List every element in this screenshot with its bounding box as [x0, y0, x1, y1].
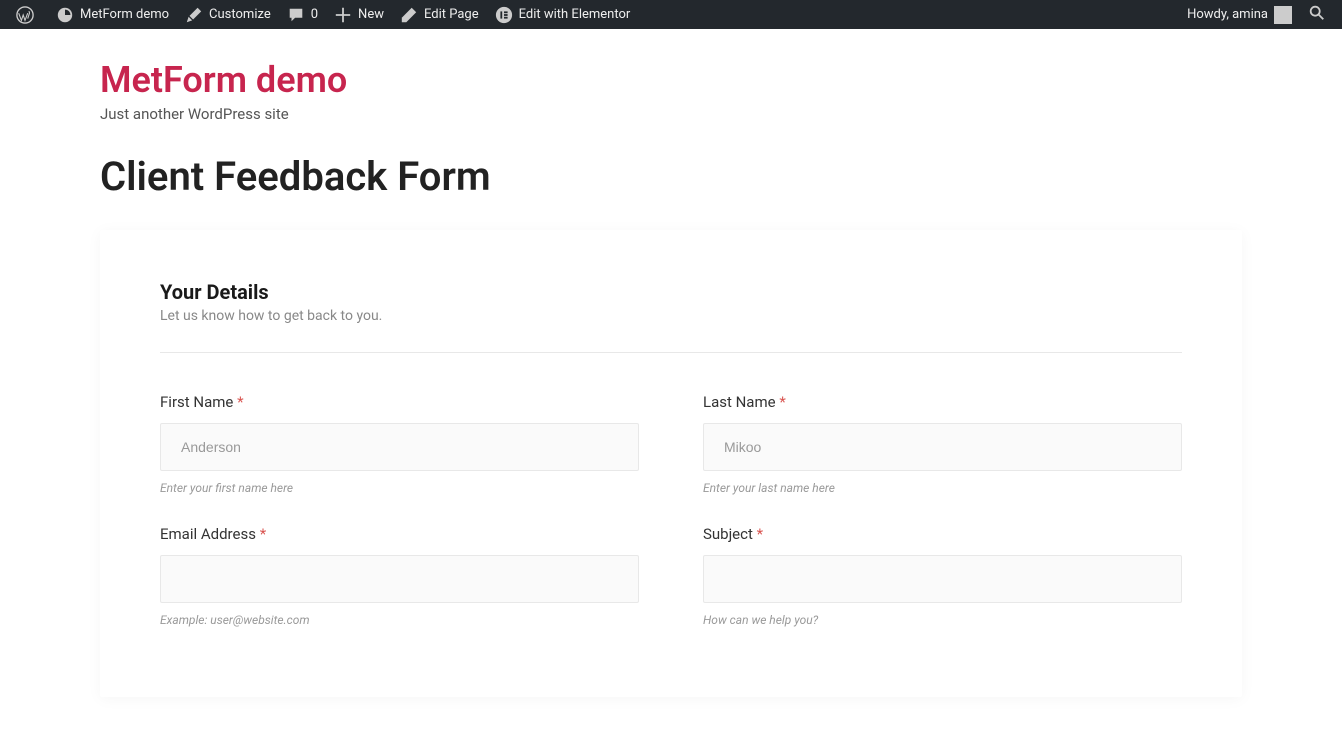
form-wrapper: Your Details Let us know how to get back… — [100, 230, 1242, 697]
required-indicator: * — [779, 393, 785, 411]
required-indicator: * — [260, 525, 266, 543]
email-hint: Example: user@website.com — [160, 613, 639, 627]
subject-input[interactable] — [703, 555, 1182, 603]
plus-icon — [334, 6, 352, 24]
customize-label: Customize — [209, 7, 271, 22]
page-content: MetForm demo Just another WordPress site… — [0, 29, 1342, 737]
elementor-icon — [495, 6, 513, 24]
email-label: Email Address * — [160, 525, 639, 543]
last-name-input[interactable] — [703, 423, 1182, 471]
edit-page-menu[interactable]: Edit Page — [392, 0, 487, 29]
required-indicator: * — [237, 393, 243, 411]
form-container: Your Details Let us know how to get back… — [100, 230, 1242, 697]
site-title[interactable]: MetForm demo — [100, 59, 1242, 101]
first-name-field-group: First Name * Enter your first name here — [160, 393, 639, 495]
brush-icon — [185, 6, 203, 24]
user-account-menu[interactable]: Howdy, amina — [1179, 0, 1300, 29]
email-field-group: Email Address * Example: user@website.co… — [160, 525, 639, 627]
wp-admin-bar: MetForm demo Customize 0 New Edit Page — [0, 0, 1342, 29]
dashboard-icon — [56, 6, 74, 24]
first-name-input[interactable] — [160, 423, 639, 471]
section-title: Your Details — [160, 280, 1182, 304]
form-section-header: Your Details Let us know how to get back… — [160, 280, 1182, 353]
edit-page-label: Edit Page — [424, 7, 479, 22]
wordpress-logo-icon — [16, 6, 34, 24]
howdy-text: Howdy, amina — [1187, 7, 1268, 22]
admin-bar-right: Howdy, amina — [1179, 0, 1334, 29]
site-tagline: Just another WordPress site — [100, 105, 1242, 123]
admin-search-button[interactable] — [1300, 4, 1334, 26]
required-indicator: * — [757, 525, 763, 543]
email-input[interactable] — [160, 555, 639, 603]
form-row-contact: Email Address * Example: user@website.co… — [160, 525, 1182, 627]
adminbar-site-name: MetForm demo — [80, 7, 169, 22]
subject-field-group: Subject * How can we help you? — [703, 525, 1182, 627]
avatar — [1274, 6, 1292, 24]
last-name-hint: Enter your last name here — [703, 481, 1182, 495]
customize-menu[interactable]: Customize — [177, 0, 279, 29]
wp-logo-menu[interactable] — [8, 0, 48, 29]
elementor-label: Edit with Elementor — [519, 7, 631, 22]
comments-menu[interactable]: 0 — [279, 0, 326, 29]
comment-icon — [287, 6, 305, 24]
page-title: Client Feedback Form — [100, 153, 1242, 200]
site-name-menu[interactable]: MetForm demo — [48, 0, 177, 29]
last-name-field-group: Last Name * Enter your last name here — [703, 393, 1182, 495]
subject-hint: How can we help you? — [703, 613, 1182, 627]
elementor-menu[interactable]: Edit with Elementor — [487, 0, 639, 29]
comments-count: 0 — [311, 7, 318, 22]
admin-bar-left: MetForm demo Customize 0 New Edit Page — [8, 0, 638, 29]
search-icon — [1308, 11, 1326, 26]
last-name-label: Last Name * — [703, 393, 1182, 411]
subject-label: Subject * — [703, 525, 1182, 543]
first-name-label: First Name * — [160, 393, 639, 411]
section-subtitle: Let us know how to get back to you. — [160, 308, 1182, 324]
new-content-menu[interactable]: New — [326, 0, 392, 29]
new-label: New — [358, 7, 384, 22]
form-row-name: First Name * Enter your first name here … — [160, 393, 1182, 495]
pencil-icon — [400, 6, 418, 24]
first-name-hint: Enter your first name here — [160, 481, 639, 495]
